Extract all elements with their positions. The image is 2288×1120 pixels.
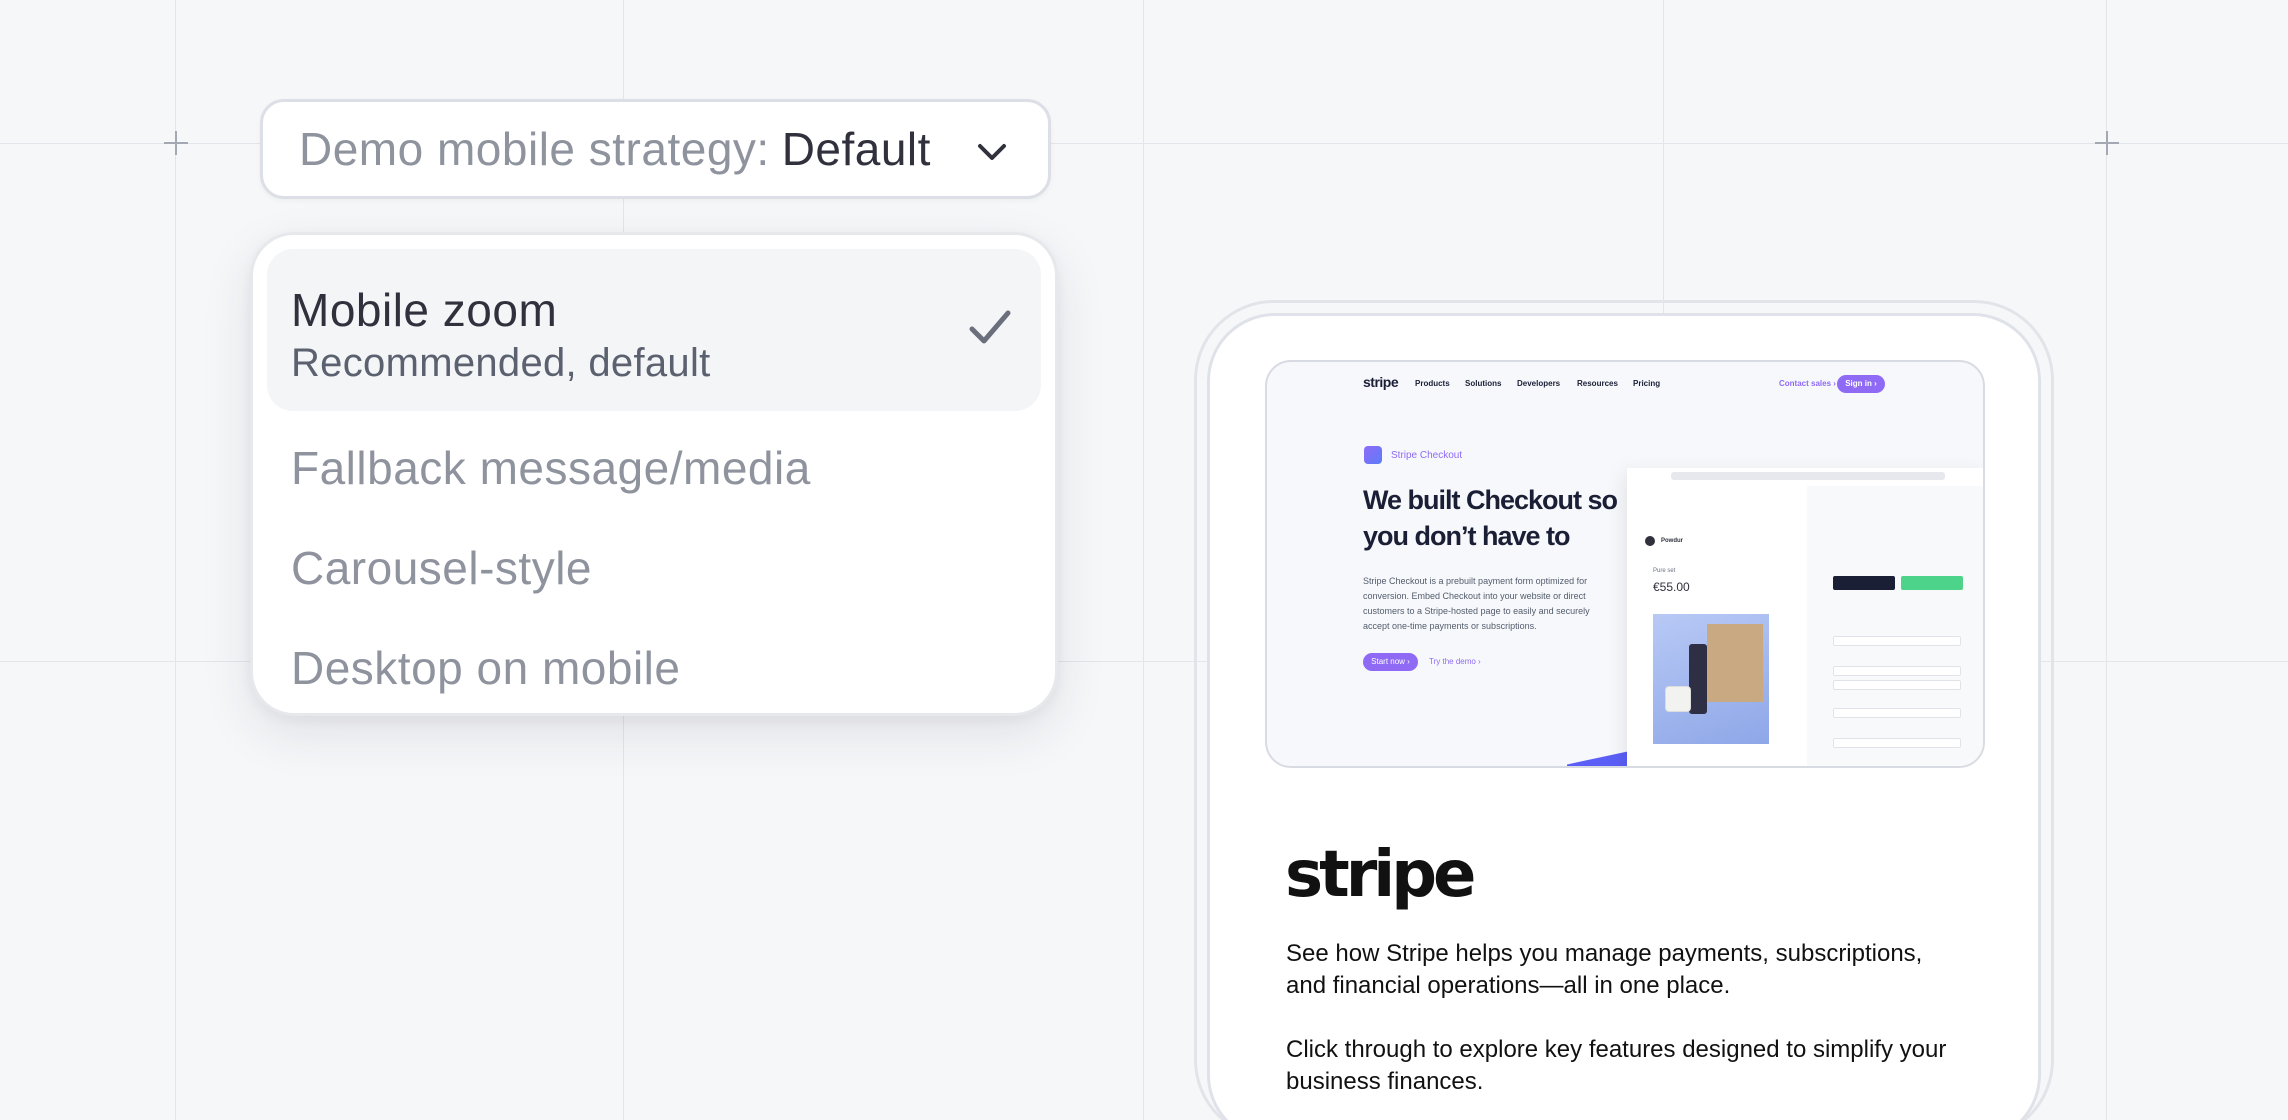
option-carousel-style[interactable]: Carousel-style: [267, 525, 1041, 605]
grid-line: [175, 0, 176, 1120]
name-field: [1833, 708, 1961, 718]
preview-try-demo-link: Try the demo ›: [1429, 657, 1481, 666]
preview-nav-link: Products: [1415, 379, 1450, 388]
option-title: Mobile zoom: [291, 284, 558, 336]
select-value: Default: [781, 123, 931, 175]
preview-checkout-card: Powdur Pure set €55.00: [1627, 468, 1983, 766]
phone-preview: stripe Products Solutions Developers Res…: [1207, 313, 2041, 1120]
country-field: [1833, 738, 1961, 748]
strategy-select[interactable]: Demo mobile strategy: Default: [260, 99, 1051, 199]
option-title: Carousel-style: [291, 542, 592, 594]
select-label: Demo mobile strategy:: [299, 123, 770, 175]
preview-start-button: Start now ›: [1363, 653, 1418, 671]
preview-nav-link: Developers: [1517, 379, 1561, 388]
preview-nav: stripe Products Solutions Developers Res…: [1267, 374, 1983, 398]
website-screenshot[interactable]: stripe Products Solutions Developers Res…: [1265, 360, 1985, 768]
product-box: [1707, 624, 1763, 702]
preview-logo: stripe: [1363, 374, 1399, 390]
card-expiry-field: [1833, 680, 1961, 690]
grid-line: [2106, 0, 2107, 1120]
option-title: Fallback message/media: [291, 442, 811, 494]
option-mobile-zoom[interactable]: Mobile zoom Recommended, default: [267, 249, 1041, 411]
checkout-form: [1807, 486, 1983, 766]
preview-signin-button: Sign in ›: [1837, 375, 1885, 393]
checkout-summary: Powdur Pure set €55.00: [1627, 486, 1807, 766]
preview-description: Stripe Checkout is a prebuilt payment fo…: [1363, 576, 1590, 631]
preview-nav-link: Resources: [1577, 379, 1618, 388]
option-subtitle: Recommended, default: [291, 341, 711, 385]
merchant-name: Powdur: [1661, 538, 1683, 544]
checkout-logo-icon: [1364, 446, 1382, 464]
apple-pay-button: [1833, 576, 1895, 590]
stripe-logo: stripe: [1285, 838, 1476, 912]
option-desktop-on-mobile[interactable]: Desktop on mobile: [267, 625, 1041, 705]
option-fallback-message-media[interactable]: Fallback message/media: [267, 425, 1041, 505]
checkmark-icon: [969, 310, 1011, 344]
preview-hero-heading: We built Checkout so you don’t have to: [1363, 485, 1618, 551]
preview-badge: Stripe Checkout: [1391, 450, 1463, 461]
product-jar: [1665, 686, 1691, 712]
instruction-paragraph: Click through to explore key features de…: [1286, 1036, 1947, 1095]
preview-url-bar: [1671, 472, 1945, 480]
preview-nav-link: Pricing: [1633, 379, 1661, 388]
product-label: Pure set: [1653, 568, 1676, 574]
product-price: €55.00: [1653, 580, 1690, 594]
preview-contact-link: Contact sales ›: [1779, 379, 1836, 388]
product-tube: [1689, 644, 1707, 714]
chevron-down-icon: [978, 144, 1006, 160]
intro-paragraph: See how Stripe helps you manage payments…: [1286, 940, 1923, 999]
option-title: Desktop on mobile: [291, 642, 681, 694]
merchant-logo-icon: [1645, 536, 1655, 546]
crosshair-icon: [164, 131, 188, 155]
email-field: [1833, 636, 1961, 646]
grid-line: [1143, 0, 1144, 1120]
preview-nav-link: Solutions: [1465, 379, 1502, 388]
strategy-dropdown-menu: Mobile zoom Recommended, default Fallbac…: [250, 232, 1058, 716]
link-pay-button: [1901, 576, 1963, 590]
card-field: [1833, 666, 1961, 676]
crosshair-icon: [2095, 131, 2119, 155]
